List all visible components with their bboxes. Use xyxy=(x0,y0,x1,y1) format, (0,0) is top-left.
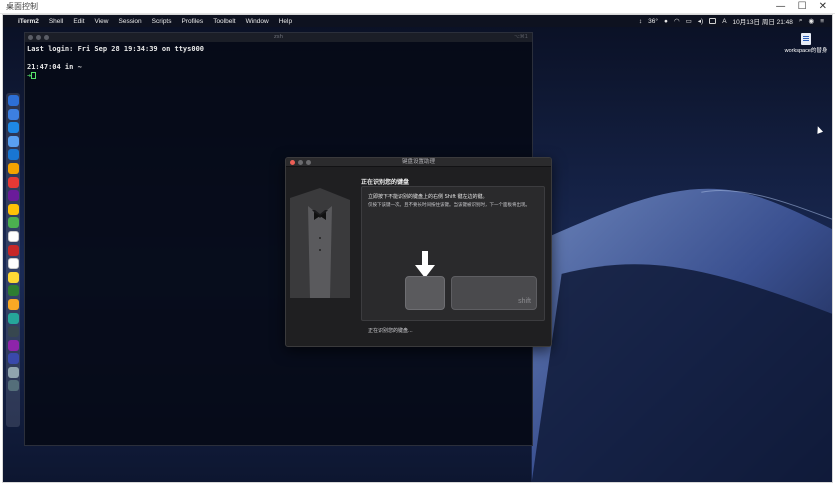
dock-app-icon[interactable] xyxy=(7,108,19,120)
instruction-text: 立即按下不能识别的键盘上的右侧 Shift 键左边的键。 xyxy=(368,194,488,200)
dock-app-icon[interactable] xyxy=(7,149,19,161)
menu-window[interactable]: Window xyxy=(241,18,274,25)
wechat-icon[interactable]: ● xyxy=(664,18,668,25)
iterm-title: zsh xyxy=(273,34,284,40)
dialog-heading: 正在识别您的键盘 xyxy=(361,179,410,186)
dock-app-icon[interactable] xyxy=(7,380,19,392)
input-method-indicator[interactable]: A xyxy=(722,18,726,25)
volume-icon[interactable]: ◂) xyxy=(698,17,703,25)
detail-text: 仅按下该键一次。且不要长时间按住该键。当该键被识别时，下一个面板将出现。 xyxy=(368,203,530,208)
close-button[interactable]: ✕ xyxy=(819,0,827,14)
dock-app-icon[interactable] xyxy=(7,190,19,202)
alias-file-icon xyxy=(801,33,811,45)
menu-edit[interactable]: Edit xyxy=(68,18,89,25)
text-cursor xyxy=(31,72,37,79)
dock-app-icon[interactable] xyxy=(7,298,19,310)
battery-icon[interactable] xyxy=(709,18,717,24)
dock-app-icon[interactable] xyxy=(7,162,19,174)
menu-profiles[interactable]: Profiles xyxy=(177,18,209,25)
menu-scripts[interactable]: Scripts xyxy=(147,18,177,25)
dock-app-icon[interactable] xyxy=(7,339,19,351)
dock-app-icon[interactable] xyxy=(7,366,19,378)
airplay-icon[interactable]: ▭ xyxy=(686,17,692,25)
dock-app-icon[interactable] xyxy=(7,271,19,283)
terminal-line: 21:47:04 in ~ xyxy=(27,63,82,71)
terminal-prompt-line: ➜ xyxy=(27,72,530,81)
clock[interactable]: 10月13日 周日 21:48 xyxy=(733,16,793,26)
arrow-down-icon xyxy=(415,251,435,278)
dock-app-icon[interactable] xyxy=(7,312,19,324)
dock-app-icon[interactable] xyxy=(7,258,19,270)
menu-toolbelt[interactable]: Toolbelt xyxy=(208,18,240,25)
menu-help[interactable]: Help xyxy=(274,18,297,25)
maximize-button[interactable]: ☐ xyxy=(798,0,807,14)
dock-app-icon[interactable] xyxy=(7,244,19,256)
mac-menubar: iTerm2 Shell Edit View Session Scripts P… xyxy=(3,15,832,27)
dock-app-icon[interactable] xyxy=(7,122,19,134)
siri-icon[interactable]: ◉ xyxy=(809,17,815,25)
desktop-icon-workspace[interactable]: workspace的替身 xyxy=(781,33,831,54)
spotlight-search-icon[interactable]: ⌕ xyxy=(799,17,803,25)
menu-shell[interactable]: Shell xyxy=(44,18,68,25)
dialog-title: 键盘设置助理 xyxy=(401,159,435,165)
dock-app-icon[interactable] xyxy=(7,217,19,229)
rdp-window-controls: — ☐ ✕ xyxy=(776,0,827,14)
shift-key-label: shift xyxy=(518,298,531,305)
remote-desktop: iTerm2 Shell Edit View Session Scripts P… xyxy=(2,14,833,483)
minimize-button[interactable]: — xyxy=(776,0,786,14)
dock-app-icon[interactable] xyxy=(7,353,19,365)
iterm-titlebar[interactable]: zsh ⌥⌘1 xyxy=(25,33,532,42)
right-shift-key: shift xyxy=(451,276,537,310)
tuxedo-illustration-icon xyxy=(290,188,350,298)
menu-view[interactable]: View xyxy=(90,18,114,25)
menu-app-name[interactable]: iTerm2 xyxy=(13,18,44,25)
dock-app-icon[interactable] xyxy=(7,95,19,106)
dock-app-icon[interactable] xyxy=(7,135,19,147)
wifi-icon[interactable]: ◠ xyxy=(674,17,680,25)
dock-app-icon[interactable] xyxy=(7,230,19,242)
temperature-readout[interactable]: 36° xyxy=(648,18,658,25)
menu-session[interactable]: Session xyxy=(114,18,147,25)
dialog-titlebar[interactable]: 键盘设置助理 xyxy=(286,158,551,167)
dock xyxy=(6,93,20,427)
dock-app-icon[interactable] xyxy=(7,176,19,188)
dock-app-icon[interactable] xyxy=(7,203,19,215)
instruction-panel: 立即按下不能识别的键盘上的右侧 Shift 键左边的键。 仅按下该键一次。且不要… xyxy=(361,186,545,321)
keyboard-setup-assistant-dialog[interactable]: 键盘设置助理 正在识别您的键盘 立即按下不能识别的键盘上的右侧 Shift 键左… xyxy=(285,157,552,347)
rdp-titlebar: 桌面控制 — ☐ ✕ xyxy=(0,0,835,14)
notification-center-icon[interactable]: ≡ xyxy=(820,18,824,25)
iterm-shortcut: ⌥⌘1 xyxy=(514,34,528,40)
network-icon[interactable]: ↕ xyxy=(639,18,642,25)
key-to-press xyxy=(405,276,445,310)
terminal-output[interactable]: Last login: Fri Sep 28 19:34:39 on ttys0… xyxy=(25,42,532,84)
menubar-status-area: ↕ 36° ● ◠ ▭ ◂) A 10月13日 周日 21:48 ⌕ ◉ ≡ xyxy=(639,16,832,26)
dialog-status: 正在识别您的键盘... xyxy=(368,328,413,334)
desktop-icon-label: workspace的替身 xyxy=(784,48,828,54)
terminal-line: Last login: Fri Sep 28 19:34:39 on ttys0… xyxy=(27,45,205,53)
dock-app-icon[interactable] xyxy=(7,326,19,338)
rdp-window-title: 桌面控制 xyxy=(6,2,38,11)
dock-app-icon[interactable] xyxy=(7,285,19,297)
